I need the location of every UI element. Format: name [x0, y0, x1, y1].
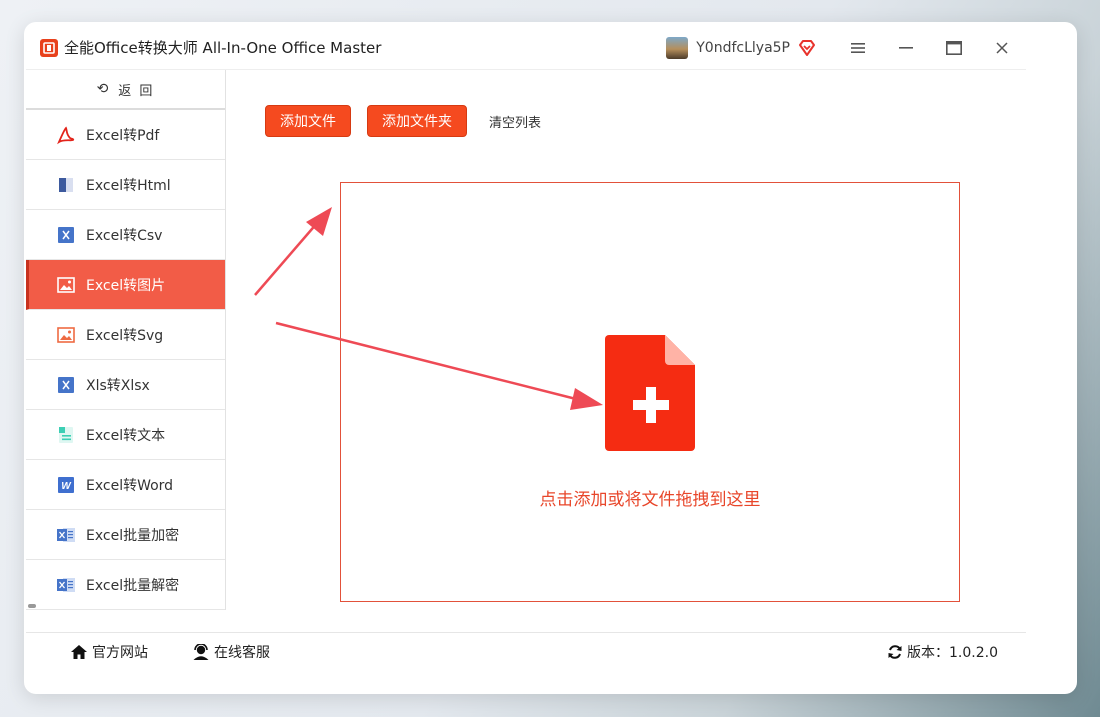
maximize-button[interactable] — [930, 26, 978, 70]
sidebar-item-label: Excel转文本 — [86, 427, 166, 444]
excel-unlock-icon — [56, 575, 76, 595]
version-info[interactable]: 版本：1.0.2.0 — [887, 642, 998, 662]
support-agent-icon — [192, 643, 210, 660]
minimize-button[interactable] — [882, 26, 930, 70]
website-label: 官方网站 — [92, 644, 148, 661]
vip-diamond-icon[interactable] — [798, 39, 816, 57]
back-label: 返 回 — [118, 83, 155, 99]
csv-icon — [56, 225, 76, 245]
drop-hint-text: 点击添加或将文件拖拽到这里 — [539, 490, 761, 510]
app-logo-icon — [40, 38, 58, 57]
sidebar-scrollbar[interactable] — [28, 604, 36, 608]
menu-button[interactable] — [834, 26, 882, 70]
sidebar-item-label: Excel转图片 — [86, 277, 166, 294]
minimize-icon — [899, 46, 913, 49]
official-website-link[interactable]: 官方网站 — [70, 642, 148, 662]
html-icon — [56, 175, 76, 195]
sidebar: ⟲ 返 回 Excel转Pdf Excel转Html Excel转Csv Exc… — [26, 70, 226, 610]
sidebar-item-excel-encrypt[interactable]: Excel批量加密 — [26, 510, 225, 560]
sidebar-item-excel-pdf[interactable]: Excel转Pdf — [26, 110, 225, 160]
sidebar-item-label: Excel批量解密 — [86, 577, 180, 594]
home-icon — [70, 644, 88, 660]
svg-image-icon — [56, 325, 76, 345]
sidebar-item-label: Excel转Html — [86, 177, 171, 194]
sidebar-item-label: Xls转Xlsx — [86, 377, 150, 394]
sidebar-item-label: Excel转Word — [86, 477, 174, 494]
image-icon — [56, 275, 76, 295]
text-doc-icon — [56, 425, 76, 445]
maximize-icon — [946, 40, 962, 55]
sidebar-item-excel-csv[interactable]: Excel转Csv — [26, 210, 225, 260]
version-label: 版本：1.0.2.0 — [907, 644, 998, 661]
add-folder-button[interactable]: 添加文件夹 — [367, 105, 467, 137]
clear-list-button[interactable]: 清空列表 — [489, 112, 541, 131]
svg-text:W: W — [61, 481, 72, 492]
sidebar-item-excel-image[interactable]: Excel转图片 — [26, 260, 225, 310]
pdf-icon — [56, 125, 76, 145]
online-support-link[interactable]: 在线客服 — [192, 642, 270, 662]
file-drop-zone[interactable]: 点击添加或将文件拖拽到这里 — [340, 182, 960, 602]
sidebar-item-label: Excel转Svg — [86, 327, 164, 344]
sidebar-item-excel-html[interactable]: Excel转Html — [26, 160, 225, 210]
sidebar-item-excel-svg[interactable]: Excel转Svg — [26, 310, 225, 360]
support-label: 在线客服 — [214, 644, 270, 661]
close-icon — [996, 41, 1008, 54]
username[interactable]: Y0ndfcLlya5P — [696, 40, 790, 56]
sidebar-item-excel-decrypt[interactable]: Excel批量解密 — [26, 560, 225, 610]
sidebar-item-xls-xlsx[interactable]: Xls转Xlsx — [26, 360, 225, 410]
status-bar: 官方网站 在线客服 版本：1.0.2.0 — [26, 632, 1026, 670]
hamburger-icon — [851, 42, 865, 53]
sidebar-item-label: Excel转Csv — [86, 227, 163, 244]
refresh-icon — [887, 644, 903, 660]
app-title: 全能Office转换大师 All-In-One Office Master — [64, 39, 382, 57]
excel-lock-icon — [56, 525, 76, 545]
add-file-icon[interactable] — [605, 335, 697, 451]
toolbar: 添加文件 添加文件夹 清空列表 — [265, 105, 541, 137]
sidebar-item-excel-word[interactable]: W Excel转Word — [26, 460, 225, 510]
add-file-button[interactable]: 添加文件 — [265, 105, 351, 137]
word-icon: W — [56, 475, 76, 495]
sidebar-item-excel-text[interactable]: Excel转文本 — [26, 410, 225, 460]
title-bar: 全能Office转换大师 All-In-One Office Master Y0… — [26, 26, 1026, 70]
sidebar-item-label: Excel批量加密 — [86, 527, 180, 544]
undo-arrow-icon: ⟲ — [96, 81, 111, 97]
back-button[interactable]: ⟲ 返 回 — [26, 70, 225, 110]
sidebar-item-label: Excel转Pdf — [86, 127, 160, 144]
close-button[interactable] — [978, 26, 1026, 70]
avatar[interactable] — [666, 36, 689, 59]
xls-icon — [56, 375, 76, 395]
